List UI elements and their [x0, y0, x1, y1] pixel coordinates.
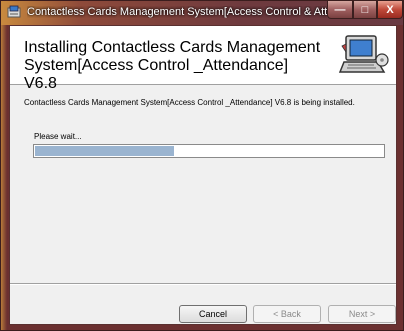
computer-setup-icon [338, 35, 389, 73]
installer-app-icon [7, 5, 21, 18]
progress-fill [35, 146, 174, 156]
install-status-message: Contactless Cards Management System[Acce… [24, 98, 355, 107]
close-button[interactable]: X [377, 1, 403, 19]
minimize-icon: — [334, 3, 346, 16]
title-bar[interactable]: Contactless Cards Management System[Acce… [1, 1, 403, 25]
dialog-header: Installing Contactless Cards Management … [10, 26, 396, 92]
maximize-button[interactable]: □ [353, 1, 377, 19]
close-icon: X [386, 3, 394, 16]
please-wait-label: Please wait... [34, 132, 82, 141]
window-title: Contactless Cards Management System[Acce… [27, 6, 327, 18]
footer-separator [10, 283, 396, 285]
minimize-button[interactable]: — [327, 1, 353, 19]
next-button[interactable]: Next > [328, 305, 396, 323]
installer-window: Contactless Cards Management System[Acce… [0, 0, 404, 331]
back-button[interactable]: < Back [253, 305, 321, 323]
dialog-client-area: Installing Contactless Cards Management … [9, 25, 397, 325]
cancel-button[interactable]: Cancel [179, 305, 247, 323]
page-title: Installing Contactless Cards Management … [24, 39, 321, 92]
install-progress-bar [33, 144, 385, 158]
maximize-icon: □ [361, 3, 369, 16]
